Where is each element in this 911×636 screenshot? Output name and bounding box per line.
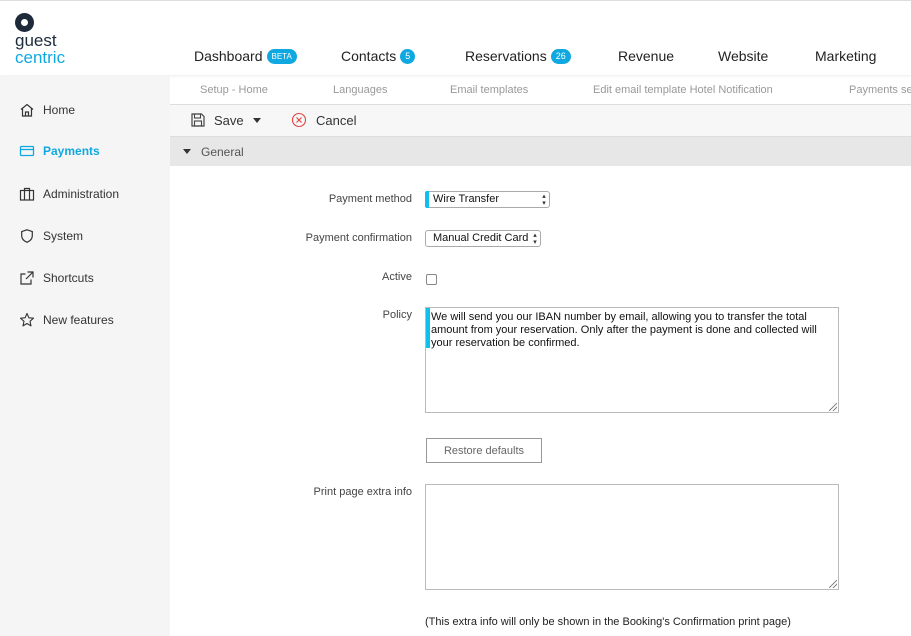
guestcentric-logo[interactable]: guest centric bbox=[15, 13, 85, 69]
nav-revenue-label: Revenue bbox=[618, 48, 675, 64]
nav-reservations-label: Reservations bbox=[465, 48, 547, 64]
payment-method-label: Payment method bbox=[328, 193, 412, 205]
sidebar-item-home[interactable]: Home bbox=[18, 101, 75, 119]
payment-confirmation-select[interactable]: Manual Credit Card bbox=[425, 230, 541, 247]
nav-reservations-badge: 26 bbox=[550, 48, 571, 64]
policy-text: We will send you our IBAN number by emai… bbox=[431, 311, 817, 349]
chevron-down-icon[interactable] bbox=[252, 117, 261, 123]
save-button[interactable]: Save bbox=[190, 112, 261, 128]
cancel-button[interactable]: Cancel bbox=[291, 112, 356, 128]
payment-confirmation-value: Manual Credit Card bbox=[433, 232, 529, 244]
save-icon bbox=[190, 112, 206, 128]
breadcrumb-setup-home[interactable]: Setup - Home bbox=[200, 84, 268, 96]
print-extra-info-label: Print page extra info bbox=[313, 486, 412, 498]
toolbar: Save Cancel bbox=[170, 104, 911, 137]
print-extra-info-textarea[interactable] bbox=[425, 484, 839, 590]
nav-contacts-label: Contacts bbox=[341, 48, 397, 64]
card-icon bbox=[18, 142, 36, 160]
logo-mark-icon bbox=[15, 13, 34, 32]
shield-icon bbox=[18, 227, 36, 245]
nav-dashboard-badge: BETA bbox=[266, 48, 297, 64]
sidebar-item-shortcuts-label: Shortcuts bbox=[43, 271, 94, 285]
breadcrumb-languages[interactable]: Languages bbox=[333, 84, 387, 96]
payment-confirmation-label: Payment confirmation bbox=[305, 232, 412, 244]
payment-method-value: Wire Transfer bbox=[433, 193, 500, 205]
active-checkbox[interactable] bbox=[426, 274, 437, 285]
focus-indicator bbox=[426, 308, 430, 348]
cancel-icon bbox=[291, 112, 307, 128]
breadcrumb-email-templates[interactable]: Email templates bbox=[450, 84, 528, 96]
sidebar-item-administration-label: Administration bbox=[43, 187, 120, 201]
resize-handle[interactable] bbox=[829, 580, 837, 588]
star-icon bbox=[18, 311, 36, 329]
policy-textarea[interactable]: We will send you our IBAN number by emai… bbox=[425, 307, 839, 413]
nav-contacts[interactable]: Contacts 5 bbox=[341, 48, 416, 64]
nav-website-label: Website bbox=[718, 48, 769, 64]
active-label: Active bbox=[382, 271, 412, 283]
nav-dashboard[interactable]: Dashboard BETA bbox=[194, 48, 297, 64]
policy-label: Policy bbox=[382, 309, 412, 321]
payment-method-select[interactable]: Wire Transfer bbox=[425, 191, 550, 208]
external-link-icon bbox=[18, 269, 36, 287]
collapse-triangle-icon bbox=[183, 149, 191, 154]
sidebar-item-payments-label: Payments bbox=[43, 144, 100, 158]
breadcrumb-payments[interactable]: Payments se bbox=[849, 84, 911, 96]
home-icon bbox=[18, 101, 36, 119]
focus-indicator bbox=[425, 191, 429, 208]
cancel-label: Cancel bbox=[316, 112, 357, 128]
nav-website[interactable]: Website bbox=[718, 48, 768, 64]
sidebar-item-new-features[interactable]: New features bbox=[18, 311, 114, 329]
sidebar-item-shortcuts[interactable]: Shortcuts bbox=[18, 269, 94, 287]
nav-contacts-badge: 5 bbox=[400, 48, 416, 64]
sidebar: Home Payments Administration System Shor… bbox=[0, 76, 170, 636]
top-header: guest centric Dashboard BETA Contacts 5 … bbox=[0, 0, 911, 75]
section-general-header[interactable]: General bbox=[170, 137, 911, 166]
building-icon bbox=[18, 185, 36, 203]
restore-defaults-label: Restore defaults bbox=[443, 444, 525, 457]
sidebar-item-system-label: System bbox=[43, 229, 84, 243]
nav-marketing-label: Marketing bbox=[815, 48, 877, 64]
restore-defaults-button[interactable]: Restore defaults bbox=[426, 438, 542, 463]
nav-reservations[interactable]: Reservations 26 bbox=[465, 48, 571, 64]
sidebar-item-administration[interactable]: Administration bbox=[18, 185, 119, 203]
nav-marketing[interactable]: Marketing bbox=[815, 48, 876, 64]
sidebar-item-home-label: Home bbox=[43, 103, 76, 117]
breadcrumb: Setup - Home Languages Email templates E… bbox=[170, 80, 911, 102]
sidebar-item-system[interactable]: System bbox=[18, 227, 83, 245]
logo-text-centric: centric bbox=[15, 48, 66, 67]
sidebar-item-payments[interactable]: Payments bbox=[18, 142, 100, 160]
resize-handle[interactable] bbox=[829, 403, 837, 411]
section-title: General bbox=[201, 145, 244, 159]
main-content: Save Cancel General Payment method Wire … bbox=[170, 104, 911, 636]
breadcrumb-edit-email-template[interactable]: Edit email template Hotel Notification bbox=[593, 84, 773, 96]
sidebar-item-new-features-label: New features bbox=[43, 313, 114, 327]
nav-dashboard-label: Dashboard bbox=[194, 48, 263, 64]
nav-revenue[interactable]: Revenue bbox=[618, 48, 674, 64]
save-label: Save bbox=[214, 112, 244, 128]
print-extra-info-note: (This extra info will only be shown in t… bbox=[425, 616, 791, 628]
